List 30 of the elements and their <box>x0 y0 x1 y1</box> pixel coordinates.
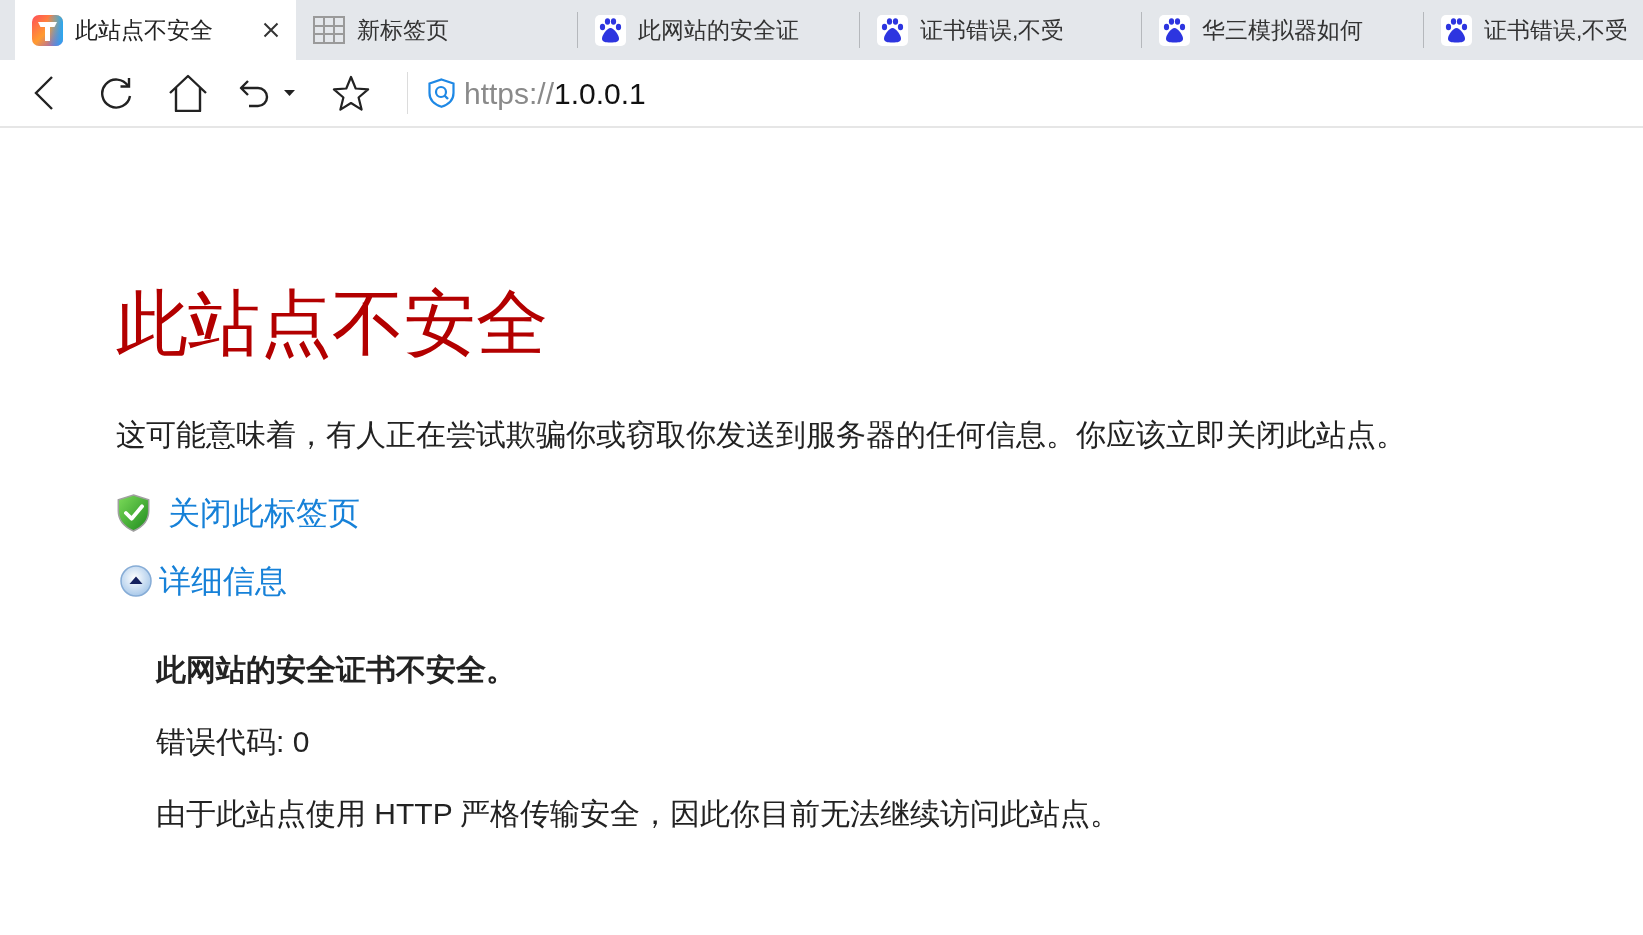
close-icon <box>263 22 279 38</box>
home-icon <box>168 74 208 112</box>
reload-icon <box>99 76 133 110</box>
browser-tab[interactable]: 新标签页 <box>296 0 577 60</box>
paw-icon <box>595 14 626 46</box>
paw-icon <box>877 14 908 46</box>
shield-icon <box>428 78 455 108</box>
browser-tab[interactable]: 此站点不安全 <box>15 0 296 60</box>
details-link[interactable]: 详细信息 <box>159 560 287 602</box>
paw-icon <box>1441 14 1472 46</box>
browser-tab[interactable]: 证书错误,不受 <box>860 0 1141 60</box>
caret-icon <box>284 90 295 96</box>
back-icon <box>34 76 54 110</box>
undo-icon <box>238 78 270 108</box>
grid-icon <box>313 16 345 44</box>
close-tab-link[interactable]: 关闭此标签页 <box>168 492 360 534</box>
star-icon <box>332 74 370 112</box>
shield-check-icon <box>116 494 151 532</box>
details-text: 错误代码: 0 <box>156 724 310 760</box>
close-tab-button[interactable] <box>263 22 279 38</box>
paw-icon <box>1159 14 1190 46</box>
warning-message: 这可能意味着，有人正在尝试欺骗你或窃取你发送到服务器的任何信息。你应该立即关闭此站点。 <box>116 417 1406 453</box>
browser-tab[interactable]: 此网站的安全证 <box>578 0 859 60</box>
browser-tab[interactable]: 华三模拟器如何 <box>1142 0 1423 60</box>
browser-tab[interactable]: 证书错误,不受 <box>1424 0 1643 60</box>
app-icon <box>32 14 63 46</box>
page-title: 此站点不安全 <box>116 282 548 365</box>
details-text: 由于此站点使用 HTTP 严格传输安全，因此你目前无法继续访问此站点。 <box>156 796 1121 832</box>
details-heading: 此网站的安全证书不安全。 <box>156 652 516 688</box>
address-field[interactable]: https://1.0.0.1 <box>428 70 646 116</box>
